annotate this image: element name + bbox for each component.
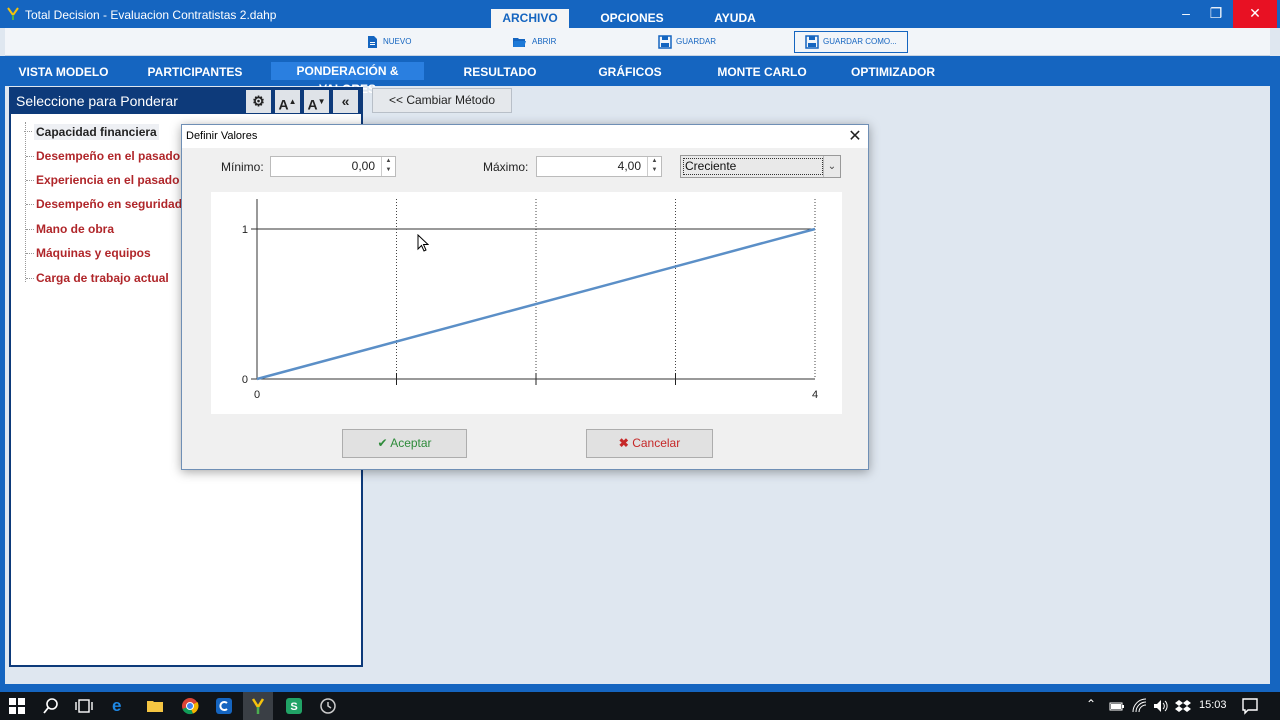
notifications-icon[interactable] <box>1241 697 1259 715</box>
windows-start-icon[interactable] <box>8 697 26 715</box>
chart-svg: 0 1 0 4 <box>242 199 818 401</box>
maximo-spinner[interactable]: ▲ ▼ <box>647 157 661 176</box>
font-decrease-button[interactable]: A▼ <box>304 90 329 113</box>
minimize-button[interactable]: – <box>1169 0 1203 28</box>
chart-x-tick-label: 4 <box>812 389 818 401</box>
tree-item[interactable]: Desempeño en el pasado <box>25 149 180 163</box>
clock-app-icon[interactable] <box>319 697 337 715</box>
tree-item[interactable]: Mano de obra <box>25 222 114 236</box>
file-explorer-icon[interactable] <box>146 697 164 715</box>
menu-ayuda[interactable]: AYUDA <box>700 9 770 28</box>
total-decision-app-icon[interactable] <box>249 697 267 715</box>
title-bar: Total Decision - Evaluacion Contratistas… <box>0 0 1280 28</box>
settings-button[interactable]: ⚙ <box>246 90 271 113</box>
aceptar-label: Aceptar <box>390 436 432 450</box>
chart-y-tick-label: 0 <box>242 374 248 386</box>
tree-item[interactable]: Carga de trabajo actual <box>26 271 169 285</box>
guardar-button[interactable]: GUARDAR <box>658 33 716 51</box>
close-window-button[interactable]: ✕ <box>1233 0 1277 28</box>
minimo-value: 0,00 <box>351 159 375 173</box>
chevron-down-icon[interactable]: ⌄ <box>823 156 840 177</box>
definir-valores-dialog: Definir Valores ✕ Mínimo: 0,00 ▲ ▼ Máximo… <box>181 124 869 470</box>
minimo-label: Mínimo: <box>221 160 264 174</box>
tab-graficos[interactable]: GRÁFICOS <box>590 64 670 84</box>
tree-item[interactable]: Máquinas y equipos <box>26 246 151 260</box>
collapse-panel-button[interactable]: « <box>333 90 358 113</box>
mouse-cursor-icon <box>417 234 429 252</box>
menu-opciones[interactable]: OPCIONES <box>593 9 671 28</box>
dropbox-icon[interactable] <box>1174 697 1192 715</box>
search-icon[interactable] <box>42 697 60 715</box>
guardar-como-label: GUARDAR COMO... <box>823 37 897 46</box>
chart-series-line <box>256 227 816 381</box>
window-title: Total Decision - Evaluacion Contratistas… <box>25 8 277 22</box>
taskbar: e S ⌃ 15:03 <box>0 692 1280 720</box>
window-frame-bottom <box>0 684 1280 692</box>
toolbar: NUEVO ABRIR GUARDAR GUARDAR COMO... <box>5 28 1270 56</box>
guardar-label: GUARDAR <box>676 37 717 46</box>
nuevo-label: NUEVO <box>383 37 412 46</box>
cancelar-button[interactable]: ✖ Cancelar <box>586 429 713 458</box>
dialog-title-bar: Definir Valores ✕ <box>182 125 868 148</box>
restore-button[interactable]: ❐ <box>1199 0 1233 28</box>
tab-optimizador[interactable]: OPTIMIZADOR <box>843 64 943 84</box>
maximo-value: 4,00 <box>617 159 641 173</box>
minimo-spinner[interactable]: ▲ ▼ <box>381 157 395 176</box>
abrir-button[interactable]: ABRIR <box>510 33 556 51</box>
function-type-select[interactable]: Creciente ⌄ <box>680 155 841 178</box>
window-frame-right <box>1270 56 1280 692</box>
edge-browser-icon[interactable]: e <box>112 697 130 715</box>
tab-ponderacion-valores[interactable]: PONDERACIÓN & VALORES <box>271 62 424 96</box>
value-function-chart: 0 1 0 4 <box>211 192 842 414</box>
chevron-up-icon[interactable]: ⌃ <box>1086 697 1096 711</box>
tab-resultado[interactable]: RESULTADO <box>455 64 545 84</box>
check-icon: ✔ <box>377 436 388 450</box>
cross-icon: ✖ <box>618 436 629 450</box>
aceptar-button[interactable]: ✔ Aceptar <box>342 429 467 458</box>
window-frame-left <box>0 86 5 692</box>
cancelar-label: Cancelar <box>632 436 681 450</box>
tab-monte-carlo[interactable]: MONTE CARLO <box>712 64 812 84</box>
double-chevron-left-icon: « <box>341 93 350 109</box>
nuevo-button[interactable]: NUEVO <box>365 33 411 51</box>
new-file-icon <box>368 35 377 48</box>
save-as-icon <box>805 35 819 49</box>
tab-participantes[interactable]: PARTICIPANTES <box>145 64 245 84</box>
font-increase-icon: A <box>278 96 289 113</box>
save-icon <box>658 35 672 49</box>
criteria-panel-header: Seleccione para Ponderar ⚙ A▲ A▼ « <box>11 89 361 114</box>
cambiar-metodo-button[interactable]: << Cambiar Método <box>372 88 512 113</box>
font-increase-button[interactable]: A▲ <box>275 90 300 113</box>
app-c-icon[interactable] <box>215 697 233 715</box>
dialog-title: Definir Valores <box>186 130 258 142</box>
task-view-icon[interactable] <box>75 697 93 715</box>
app-logo-icon <box>7 7 19 20</box>
spreadsheet-app-icon[interactable]: S <box>285 697 303 715</box>
menu-archivo[interactable]: ARCHIVO <box>491 9 569 28</box>
tree-item[interactable]: Desempeño en seguridad <box>25 197 182 211</box>
tree-item[interactable]: Experiencia en el pasado <box>25 173 179 187</box>
clock-time[interactable]: 15:03 <box>1199 699 1227 711</box>
font-decrease-icon: A <box>307 96 318 113</box>
chart-y-tick-label: 1 <box>242 224 248 236</box>
maximo-input[interactable]: 4,00 ▲ ▼ <box>536 156 662 177</box>
wifi-icon[interactable] <box>1131 697 1149 715</box>
open-folder-icon <box>513 37 526 47</box>
abrir-label: ABRIR <box>532 37 557 46</box>
minimo-input[interactable]: 0,00 ▲ ▼ <box>270 156 396 177</box>
close-icon[interactable]: ✕ <box>845 126 865 146</box>
gear-icon: ⚙ <box>252 93 265 109</box>
battery-icon[interactable] <box>1108 697 1126 715</box>
tree-item[interactable]: Capacidad financiera <box>24 124 159 140</box>
maximo-label: Máximo: <box>483 160 529 174</box>
svg-text:S: S <box>290 701 297 713</box>
main-tabs: VISTA MODELO PARTICIPANTES PONDERACIÓN &… <box>0 56 1280 96</box>
chart-x-tick-label: 0 <box>254 389 260 401</box>
criteria-panel-title: Seleccione para Ponderar <box>16 93 178 109</box>
tab-vista-modelo[interactable]: VISTA MODELO <box>10 64 117 84</box>
guardar-como-button[interactable]: GUARDAR COMO... <box>794 31 908 53</box>
select-focus-outline <box>683 158 823 175</box>
chrome-icon[interactable] <box>181 697 199 715</box>
volume-icon[interactable] <box>1152 697 1170 715</box>
